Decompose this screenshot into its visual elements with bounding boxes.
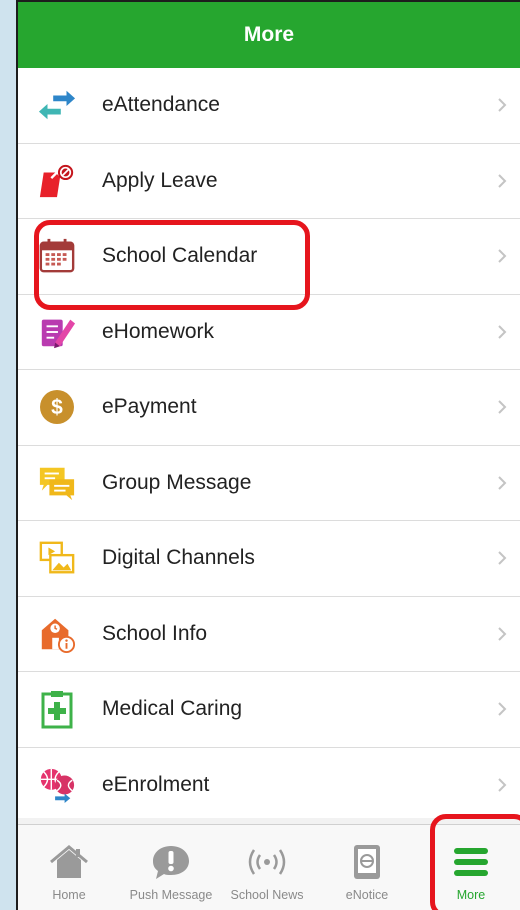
- menu-item-label: Digital Channels: [102, 546, 255, 570]
- menu-item-school-info[interactable]: School Info: [18, 597, 520, 672]
- tab-home[interactable]: Home: [18, 825, 120, 910]
- tab-label: School News: [230, 888, 304, 902]
- menu-item-school-calendar[interactable]: School Calendar: [18, 219, 520, 295]
- menu-item-label: eHomework: [102, 319, 215, 343]
- chevron-right-icon: [498, 400, 507, 414]
- menu-item-eenrolment[interactable]: eEnrolment: [18, 748, 520, 823]
- tab-label: eNotice: [345, 888, 389, 902]
- broadcast-icon: [247, 842, 287, 882]
- tab-label: Push Message: [129, 888, 213, 902]
- tab-enotice[interactable]: eNotice: [312, 825, 422, 910]
- chevron-right-icon: [498, 551, 507, 565]
- push-message-icon: [151, 842, 191, 882]
- tab-school-news[interactable]: School News: [222, 825, 312, 910]
- menu-item-label: eAttendance: [102, 93, 220, 117]
- menu-item-label: School Calendar: [102, 244, 258, 268]
- menu-item-digital-channels[interactable]: Digital Channels: [18, 521, 520, 597]
- chat-bubbles-icon: [38, 464, 76, 502]
- dollar-coin-icon: $: [38, 388, 76, 426]
- chevron-right-icon: [498, 325, 507, 339]
- medical-clipboard-icon: [38, 690, 76, 729]
- tab-label: Home: [52, 888, 86, 902]
- home-icon: [49, 842, 89, 882]
- chevron-right-icon: [498, 98, 507, 112]
- menu-item-ehomework[interactable]: eHomework: [18, 295, 520, 370]
- menu-item-medical-caring[interactable]: Medical Caring: [18, 672, 520, 748]
- menu-item-label: School Info: [102, 621, 208, 645]
- menu-item-label: eEnrolment: [102, 772, 210, 796]
- header-bar: More: [18, 2, 520, 68]
- homework-pencil-icon: [38, 313, 76, 351]
- bottom-tab-bar: Home Push Message School News eNotice Mo…: [18, 824, 520, 910]
- app-screen: More eAttendance Apply Leave School Cale…: [16, 0, 520, 910]
- menu-item-label: Group Message: [102, 470, 252, 494]
- menu-item-label: Apply Leave: [102, 168, 218, 192]
- arrows-exchange-icon: [38, 86, 76, 124]
- page-title: More: [243, 23, 295, 46]
- calendar-icon: [38, 237, 76, 275]
- school-info-icon: [38, 615, 76, 653]
- tab-push-message[interactable]: Push Message: [120, 825, 222, 910]
- menu-item-label: Medical Caring: [102, 697, 243, 721]
- menu-item-label: ePayment: [102, 395, 197, 419]
- svg-text:$: $: [51, 396, 63, 419]
- leave-form-icon: [38, 162, 76, 200]
- chevron-right-icon: [498, 174, 507, 188]
- chevron-right-icon: [498, 249, 507, 263]
- menu-item-epayment[interactable]: $ ePayment: [18, 370, 520, 446]
- chevron-right-icon: [498, 476, 507, 490]
- menu-item-group-message[interactable]: Group Message: [18, 446, 520, 521]
- enrolment-balls-icon: [38, 766, 76, 804]
- notice-icon: [347, 842, 387, 882]
- chevron-right-icon: [498, 702, 507, 716]
- more-menu-list: eAttendance Apply Leave School Calendar …: [18, 68, 520, 823]
- chevron-right-icon: [498, 627, 507, 641]
- tab-more[interactable]: More: [422, 825, 520, 910]
- tab-label: More: [456, 888, 486, 902]
- media-channels-icon: [38, 539, 76, 577]
- menu-item-eattendance[interactable]: eAttendance: [18, 68, 520, 144]
- chevron-right-icon: [498, 778, 507, 792]
- menu-item-apply-leave[interactable]: Apply Leave: [18, 144, 520, 219]
- menu-bars-icon: [451, 842, 491, 882]
